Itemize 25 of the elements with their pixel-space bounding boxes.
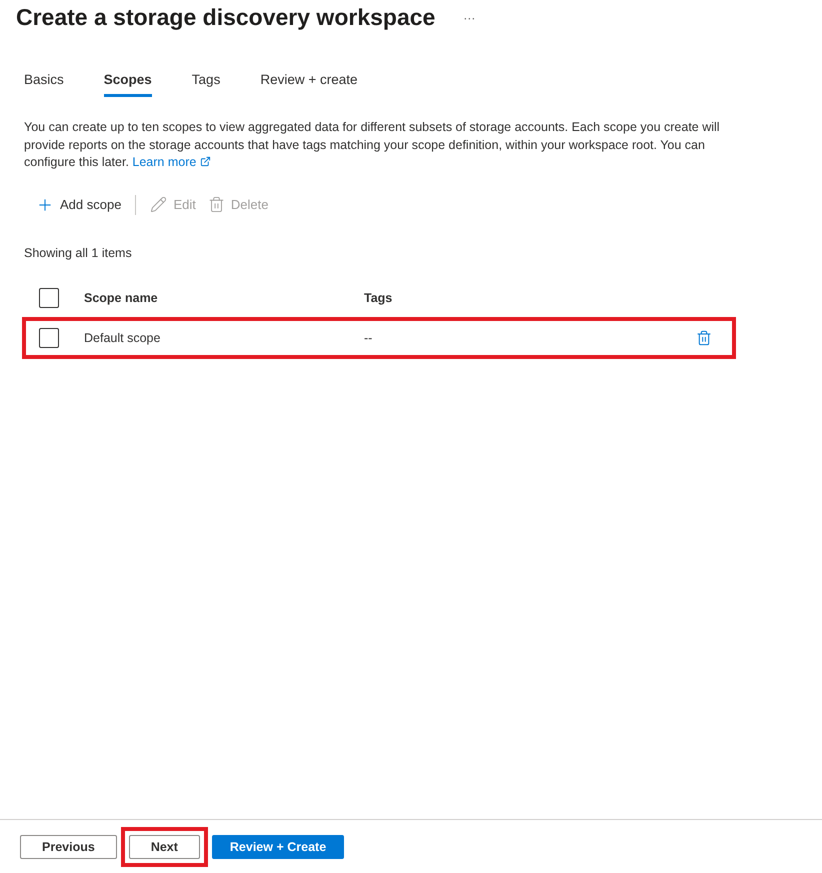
table-cell-text: --: [364, 330, 374, 344]
trash-icon: [696, 330, 712, 346]
learn-more-link[interactable]: Learn more: [132, 155, 212, 169]
column-header[interactable]: Scope name: [84, 290, 364, 304]
description-text: You can create up to ten scopes to view aggregated data for different subsets of storage accounts. Each scope you create will provide reports on the storage accounts that have tags matching your scope definition, within your workspace root. You can configure this later. Learn more: [24, 119, 721, 171]
highlighted-table-row[interactable]: Default scope --: [22, 316, 736, 358]
add-button[interactable]: Add scope: [30, 192, 128, 218]
page-title: Create a storage discovery workspace: [16, 4, 436, 31]
tab[interactable]: Tags: [192, 66, 220, 97]
table-cell-text: Default scope: [84, 330, 162, 344]
row-checkbox[interactable]: [39, 328, 59, 348]
delete-row-button[interactable]: [696, 330, 712, 346]
primary-button[interactable]: Review + Create: [212, 834, 344, 858]
next-button[interactable]: Next: [128, 834, 200, 858]
tab[interactable]: Scopes: [104, 66, 152, 97]
column-header[interactable]: Tags: [364, 290, 736, 304]
pencil-icon: [150, 196, 168, 213]
item-count: Showing all 1 items: [24, 246, 133, 260]
tab[interactable]: Review + create: [260, 66, 358, 97]
select-all-checkbox[interactable]: [39, 288, 59, 308]
tab[interactable]: Basics: [24, 66, 64, 97]
trash-icon: [208, 196, 225, 213]
external-link-icon: [200, 156, 212, 167]
more-button[interactable]: ···: [463, 10, 476, 24]
footer-button[interactable]: Previous: [20, 834, 117, 858]
